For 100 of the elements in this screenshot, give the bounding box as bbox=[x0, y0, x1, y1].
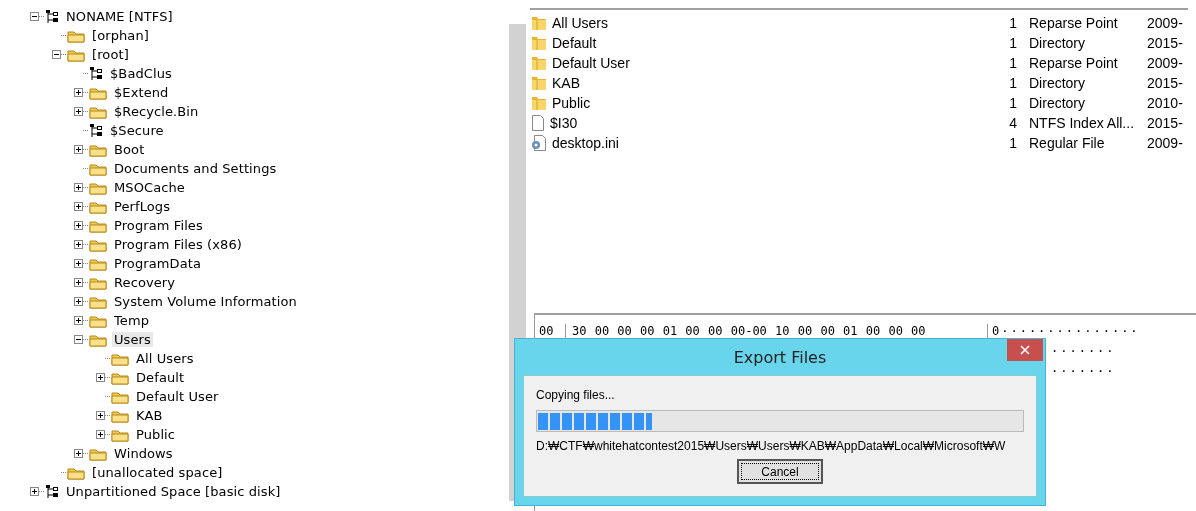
folder-icon bbox=[531, 75, 547, 91]
tree-item[interactable]: $BadClus bbox=[108, 66, 174, 81]
expand-icon[interactable] bbox=[74, 259, 83, 268]
network-tree-icon bbox=[89, 123, 103, 138]
table-cell-text: Directory bbox=[1028, 75, 1086, 91]
expand-icon[interactable] bbox=[96, 373, 105, 382]
folder-icon bbox=[89, 313, 107, 328]
tree-item[interactable]: Windows bbox=[112, 446, 175, 461]
settings-file-icon bbox=[531, 135, 547, 151]
expand-icon[interactable] bbox=[74, 202, 83, 211]
expand-icon[interactable] bbox=[30, 487, 39, 496]
file-icon bbox=[531, 115, 545, 131]
folder-icon bbox=[89, 294, 107, 309]
tree-item[interactable]: System Volume Information bbox=[112, 294, 299, 309]
expand-icon[interactable] bbox=[96, 411, 105, 420]
expand-icon[interactable] bbox=[74, 449, 83, 458]
tree-item[interactable]: Program Files bbox=[112, 218, 205, 233]
expand-icon[interactable] bbox=[74, 221, 83, 230]
table-cell-text: Directory bbox=[1028, 35, 1086, 51]
folder-icon bbox=[67, 465, 85, 480]
tree-item[interactable]: $Extend bbox=[112, 85, 171, 100]
table-cell: 2009- bbox=[1147, 55, 1183, 71]
tree-item[interactable]: Unpartitioned Space [basic disk] bbox=[64, 484, 283, 499]
tree-item[interactable]: $Secure bbox=[108, 123, 166, 138]
tree-item[interactable]: Users bbox=[112, 332, 153, 347]
table-cell: 2015- bbox=[1147, 75, 1183, 91]
tree-item[interactable]: NONAME [NTFS] bbox=[64, 9, 175, 24]
tree-item[interactable]: [unallocated space] bbox=[90, 465, 225, 480]
table-cell-text: Reparse Point bbox=[1028, 15, 1119, 31]
folder-icon bbox=[89, 275, 107, 290]
table-cell: 2009- bbox=[1147, 135, 1183, 151]
folder-icon bbox=[111, 370, 129, 385]
tree-item[interactable]: MSOCache bbox=[112, 180, 187, 195]
table-cell-text: 1 bbox=[1008, 135, 1017, 151]
table-cell-text: NTFS Index All... bbox=[1028, 115, 1136, 131]
expand-icon[interactable] bbox=[74, 297, 83, 306]
folder-icon bbox=[531, 95, 547, 111]
file-name[interactable]: Default User bbox=[552, 55, 630, 71]
tree-item[interactable]: Default User bbox=[134, 389, 221, 404]
folder-icon bbox=[89, 446, 107, 461]
expand-icon[interactable] bbox=[74, 278, 83, 287]
hex-ascii: ······· bbox=[1050, 344, 1116, 358]
folder-icon bbox=[89, 180, 107, 195]
file-path: D:₩CTF₩whitehatcontest2015₩Users₩Users₩KAB₩AppData₩Local₩Microsoft₩W bbox=[536, 439, 1007, 453]
dialog-title: Export Files bbox=[733, 347, 827, 367]
tree-item[interactable]: Program Files (x86) bbox=[112, 237, 244, 252]
tree-item[interactable]: All Users bbox=[134, 351, 196, 366]
folder-icon bbox=[89, 142, 107, 157]
table-cell-text: 1 bbox=[1008, 35, 1017, 51]
collapse-icon[interactable] bbox=[30, 12, 39, 21]
folder-icon bbox=[89, 104, 107, 119]
file-name[interactable]: $I30 bbox=[550, 115, 578, 131]
folder-icon bbox=[531, 35, 547, 51]
folder-icon bbox=[89, 256, 107, 271]
tree-item[interactable]: [root] bbox=[90, 47, 131, 62]
tree-item[interactable]: Default bbox=[134, 370, 187, 385]
expand-icon[interactable] bbox=[74, 88, 83, 97]
table-cell-text: 1 bbox=[1008, 75, 1017, 91]
file-name[interactable]: KAB bbox=[552, 75, 580, 91]
folder-icon bbox=[67, 47, 85, 62]
status-text: Copying files... bbox=[536, 388, 616, 404]
folder-icon bbox=[89, 218, 107, 233]
folder-icon bbox=[111, 351, 129, 366]
table-cell-text: 1 bbox=[1008, 95, 1017, 111]
folder-icon bbox=[89, 237, 107, 252]
table-cell-text: Regular File bbox=[1028, 135, 1106, 151]
file-name[interactable]: All Users bbox=[552, 15, 608, 31]
folder-icon bbox=[89, 332, 107, 347]
expand-icon[interactable] bbox=[74, 240, 83, 249]
tree-item[interactable]: $Recycle.Bin bbox=[112, 104, 201, 119]
tree-item[interactable]: Documents and Settings bbox=[112, 161, 279, 176]
tree-item[interactable]: Temp bbox=[112, 313, 152, 328]
tree-item[interactable]: Boot bbox=[112, 142, 147, 157]
tree-item[interactable]: PerfLogs bbox=[112, 199, 173, 214]
file-name[interactable]: Public bbox=[552, 95, 591, 111]
folder-icon bbox=[89, 85, 107, 100]
expand-icon[interactable] bbox=[74, 107, 83, 116]
tree-item[interactable]: [orphan] bbox=[90, 28, 151, 43]
cancel-button[interactable]: Cancel bbox=[737, 459, 823, 484]
table-cell-text: 1 bbox=[1008, 55, 1017, 71]
file-name[interactable]: desktop.ini bbox=[552, 135, 619, 151]
folder-icon bbox=[89, 161, 107, 176]
table-cell: 2009- bbox=[1147, 15, 1183, 31]
file-name[interactable]: Default bbox=[552, 35, 597, 51]
table-cell: 2015- bbox=[1147, 115, 1183, 131]
close-button[interactable] bbox=[1007, 339, 1043, 361]
folder-icon bbox=[111, 427, 129, 442]
table-cell-text: Directory bbox=[1028, 95, 1086, 111]
tree-item[interactable]: Recovery bbox=[112, 275, 178, 290]
folder-icon bbox=[111, 408, 129, 423]
expand-icon[interactable] bbox=[74, 183, 83, 192]
expand-icon[interactable] bbox=[74, 145, 83, 154]
tree-item[interactable]: KAB bbox=[134, 408, 165, 423]
collapse-icon[interactable] bbox=[74, 335, 83, 344]
tree-item[interactable]: Public bbox=[134, 427, 178, 442]
tree-item[interactable]: ProgramData bbox=[112, 256, 203, 271]
expand-icon[interactable] bbox=[96, 430, 105, 439]
collapse-icon[interactable] bbox=[52, 50, 61, 59]
expand-icon[interactable] bbox=[74, 316, 83, 325]
network-tree-icon bbox=[89, 66, 103, 81]
